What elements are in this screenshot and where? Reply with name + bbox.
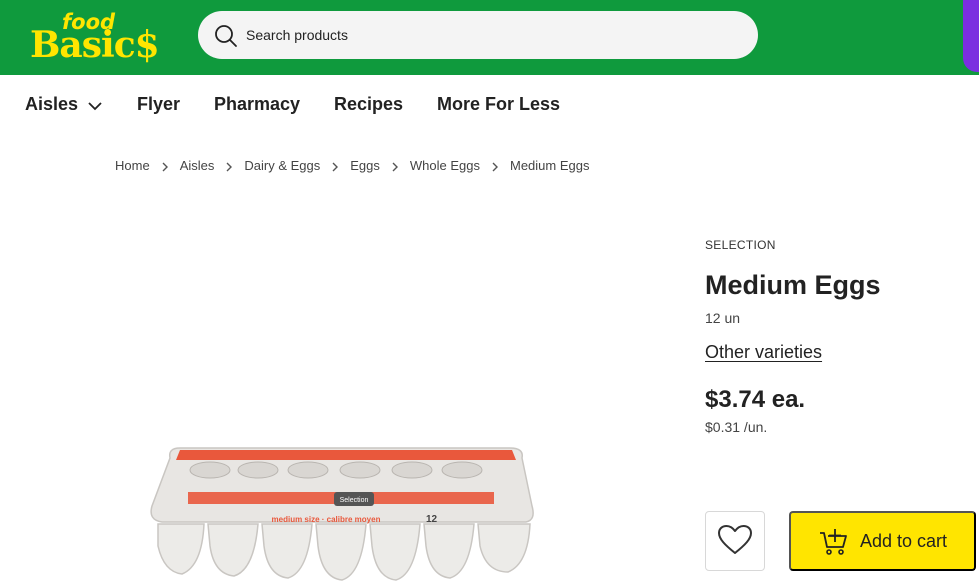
breadcrumb-medium-eggs: Medium Eggs xyxy=(509,158,590,173)
logo-word-basics: Basic$ xyxy=(30,24,160,66)
breadcrumb-whole-eggs[interactable]: Whole Eggs xyxy=(410,158,480,173)
breadcrumb-eggs[interactable]: Eggs xyxy=(350,158,380,173)
breadcrumb-dairy-eggs[interactable]: Dairy & Eggs xyxy=(244,158,320,173)
chevron-right-icon xyxy=(486,158,504,173)
chevron-right-icon xyxy=(326,158,344,173)
search-input[interactable] xyxy=(246,11,736,59)
cart-plus-icon xyxy=(818,527,848,555)
add-to-favorites-button[interactable] xyxy=(705,511,765,571)
carton-label: medium size · calibre moyen xyxy=(272,515,381,524)
nav-item-more-for-less[interactable]: More For Less xyxy=(437,94,560,115)
heart-icon xyxy=(717,524,753,559)
nav-item-aisles[interactable]: Aisles xyxy=(25,94,102,116)
add-to-cart-label: Add to cart xyxy=(859,530,948,551)
food-basics-logo[interactable]: food Basic$ xyxy=(30,10,160,66)
search-bar xyxy=(198,11,758,59)
product-size: 12 un xyxy=(705,310,741,326)
breadcrumb: Home Aisles Dairy & Eggs Eggs Whole Eggs… xyxy=(115,158,589,173)
nav-item-recipes[interactable]: Recipes xyxy=(334,94,403,115)
chevron-right-icon xyxy=(220,158,238,173)
nav-label-aisles: Aisles xyxy=(25,94,79,114)
chevron-right-icon xyxy=(386,158,404,173)
other-varieties-link[interactable]: Other varieties xyxy=(705,342,822,363)
unit-price: $0.31 /un. xyxy=(705,419,768,435)
promo-tab[interactable] xyxy=(963,0,979,72)
carton-brand-mark: Selection xyxy=(340,497,369,504)
product-price: $3.74 ea. xyxy=(705,386,806,413)
top-header: food Basic$ xyxy=(0,0,979,75)
main-nav: Aisles Flyer Pharmacy Recipes More For L… xyxy=(0,75,979,131)
search-icon[interactable] xyxy=(214,24,238,48)
nav-item-pharmacy[interactable]: Pharmacy xyxy=(214,94,300,115)
breadcrumb-home[interactable]: Home xyxy=(115,158,150,173)
chevron-down-icon xyxy=(88,95,102,116)
product-brand[interactable]: SELECTION xyxy=(705,238,776,252)
chevron-right-icon xyxy=(156,158,174,173)
product-title: Medium Eggs xyxy=(705,270,881,300)
nav-item-flyer[interactable]: Flyer xyxy=(137,94,180,115)
add-to-cart-button[interactable]: Add to cart xyxy=(789,511,976,571)
product-image[interactable]: Selection medium size · calibre moyen 12 xyxy=(140,436,550,587)
breadcrumb-aisles[interactable]: Aisles xyxy=(180,158,215,173)
